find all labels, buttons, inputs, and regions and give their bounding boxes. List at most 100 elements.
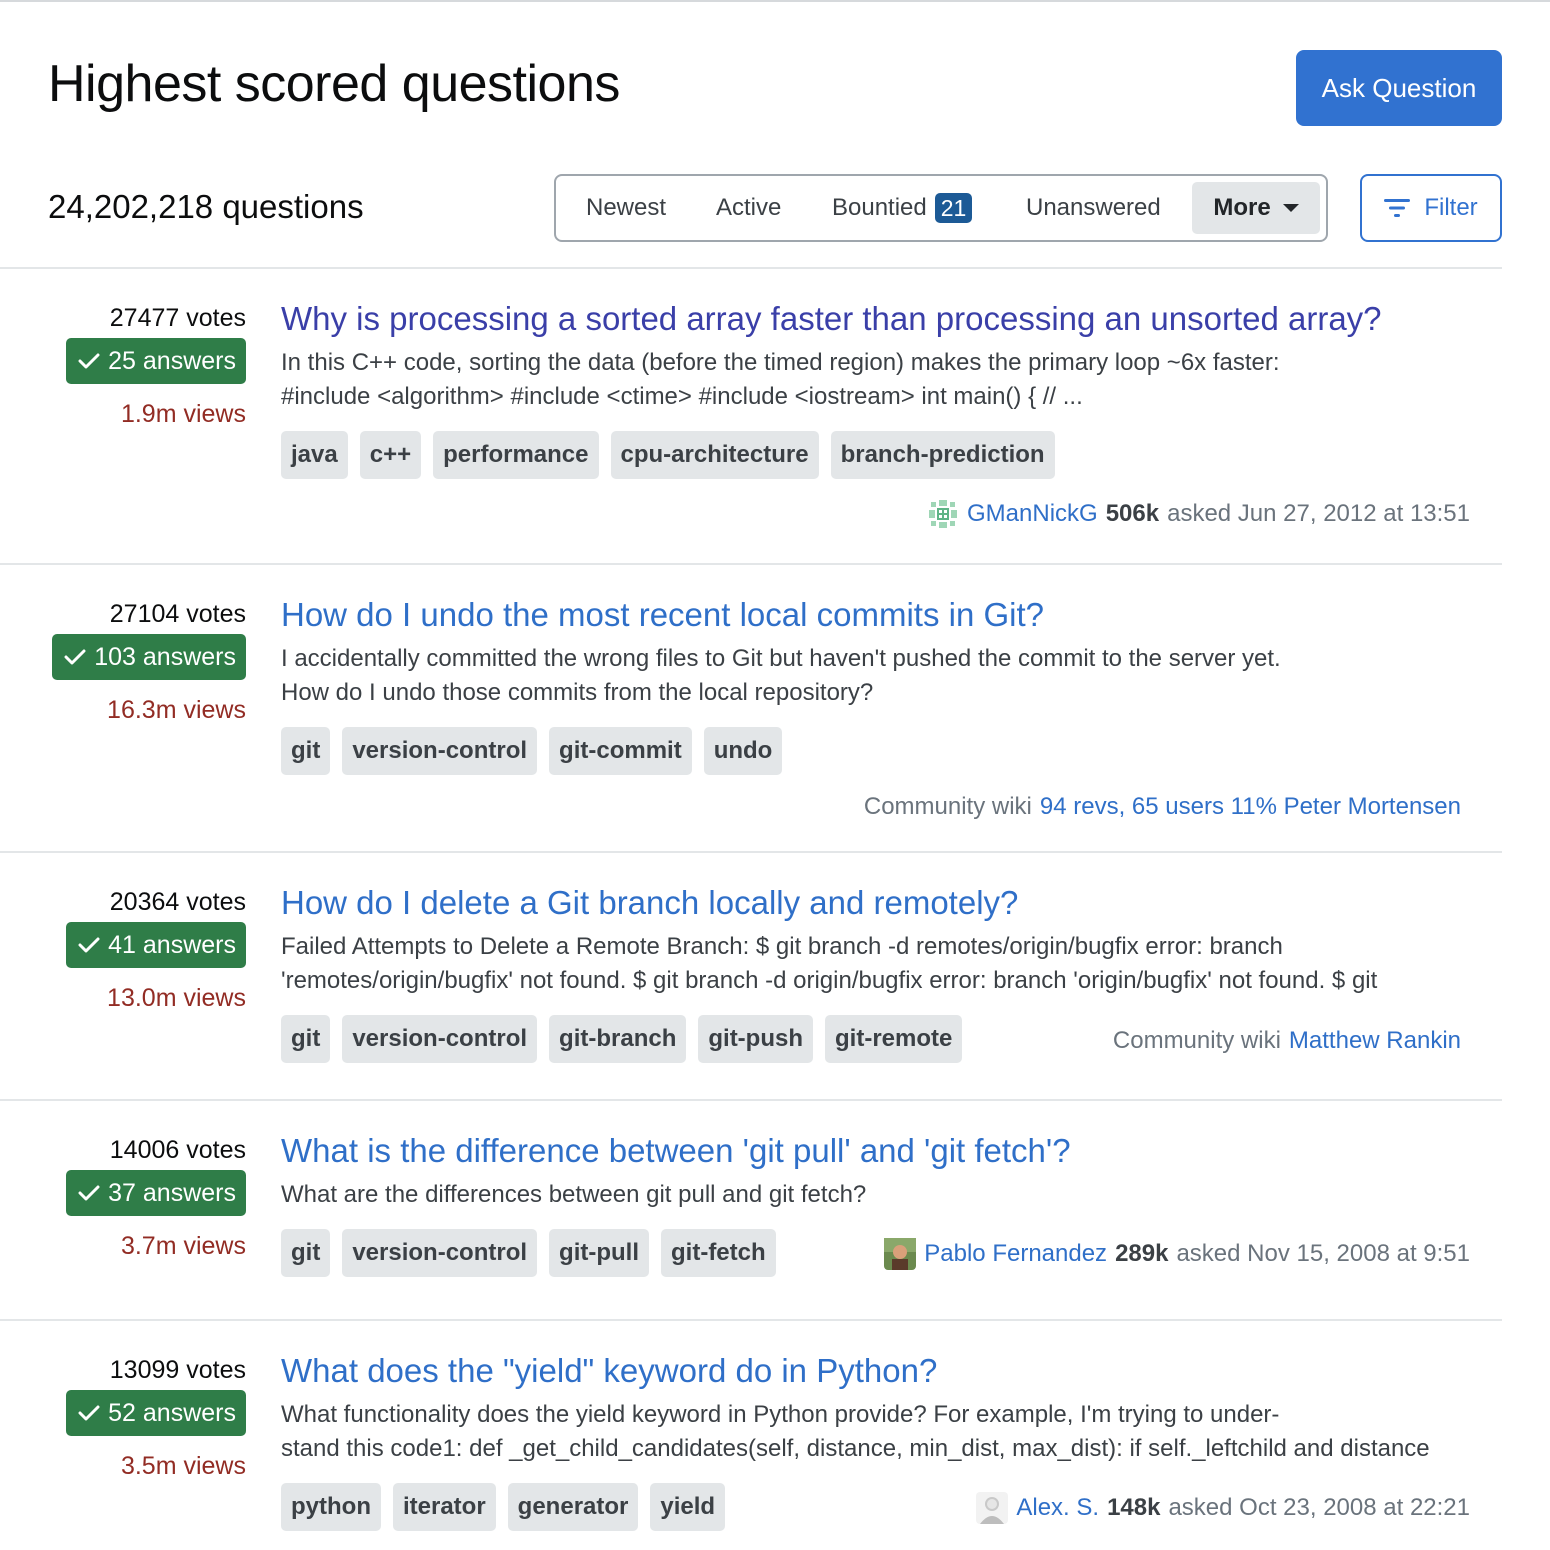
asked-time: asked Oct 23, 2008 at 22:21 (1168, 1494, 1470, 1521)
user-name-link[interactable]: GManNickG (967, 500, 1098, 528)
tag[interactable]: undo (703, 727, 783, 775)
tag[interactable]: git (281, 727, 331, 775)
tag-list: git version-control git-branch git-push … (281, 1015, 963, 1063)
vote-count: 20364 votes (109, 888, 246, 916)
filter-label: Filter (1424, 194, 1478, 221)
tag[interactable]: version-control (342, 1015, 538, 1063)
vote-count: 13099 votes (109, 1356, 246, 1384)
sort-tabs: Newest Active Bountied 21 Unanswered Mor… (554, 174, 1328, 242)
community-wiki-label: Community wiki (1112, 1027, 1281, 1054)
answer-count: 52 answers (108, 1398, 236, 1427)
tag[interactable]: python (281, 1483, 381, 1531)
community-wiki-label: Community wiki (863, 793, 1032, 820)
tag[interactable]: git-branch (549, 1015, 687, 1063)
answer-count: 103 answers (94, 642, 236, 671)
user-name-link[interactable]: Pablo Fernandez (924, 1240, 1107, 1268)
tag[interactable]: git-commit (549, 727, 692, 775)
reputation-score: 506k (1105, 500, 1160, 527)
tag[interactable]: git (281, 1015, 331, 1063)
excerpt-line: In this C++ code, sorting the data (befo… (281, 349, 1280, 376)
excerpt-line: 'remotes/origin/bugfix' not found. $ git… (281, 967, 1378, 994)
avatar[interactable] (976, 1492, 1009, 1524)
check-icon (78, 352, 100, 370)
tag[interactable]: git (281, 1229, 331, 1277)
tag[interactable]: version-control (342, 1229, 538, 1277)
question-excerpt: What functionality does the yield keywor… (281, 1398, 1456, 1466)
view-count: 1.9m views (120, 400, 246, 428)
question-divider (0, 851, 1502, 853)
question-excerpt: In this C++ code, sorting the data (befo… (281, 346, 1461, 414)
tag[interactable]: git-push (698, 1015, 813, 1063)
user-name-link[interactable]: Alex. S. (1016, 1494, 1099, 1522)
community-wiki-card: Community wiki Matthew Rankin (1113, 1027, 1461, 1055)
excerpt-line: Failed Attempts to Delete a Remote Branc… (281, 933, 1283, 960)
revisions-link[interactable]: 94 revs, 65 users 11% Peter Mortensen (1040, 793, 1461, 821)
answer-count-badge: 103 answers (52, 634, 246, 680)
tag[interactable]: iterator (392, 1483, 496, 1531)
tab-bountied[interactable]: Bountied 21 (832, 176, 973, 240)
reputation-score: 289k (1115, 1240, 1169, 1267)
check-icon (64, 648, 86, 666)
answer-count: 41 answers (108, 930, 236, 959)
vote-count: 27104 votes (109, 600, 246, 628)
asked-time: asked Nov 15, 2008 at 9:51 (1176, 1240, 1470, 1267)
ask-question-button[interactable]: Ask Question (1296, 50, 1502, 126)
tab-newest[interactable]: Newest (586, 176, 666, 240)
tag[interactable]: git-remote (825, 1015, 963, 1063)
tag[interactable]: git-pull (549, 1229, 649, 1277)
answer-count: 25 answers (108, 346, 236, 375)
question-divider (0, 1099, 1502, 1101)
question-title-link[interactable]: How do I delete a Git branch locally and… (281, 884, 1018, 922)
caret-down-icon (1282, 204, 1299, 212)
user-name-link[interactable]: Matthew Rankin (1289, 1027, 1461, 1055)
tag[interactable]: branch-prediction (830, 431, 1055, 479)
tab-active[interactable]: Active (716, 176, 781, 240)
question-divider (0, 563, 1502, 565)
tab-more-label: More (1213, 194, 1271, 221)
avatar[interactable] (927, 498, 960, 530)
tab-bountied-label: Bountied (832, 194, 927, 221)
tag[interactable]: performance (433, 431, 599, 479)
excerpt-line: I accidentally committed the wrong files… (281, 645, 1281, 672)
top-border (0, 0, 1550, 2)
tag[interactable]: version-control (342, 727, 538, 775)
tab-unanswered[interactable]: Unanswered (1026, 176, 1161, 240)
tag-list: python iterator generator yield (281, 1483, 726, 1531)
tab-more-dropdown[interactable]: More (1192, 182, 1320, 234)
view-count: 3.7m views (120, 1232, 246, 1260)
question-title-link[interactable]: How do I undo the most recent local comm… (281, 596, 1044, 634)
tag[interactable]: generator (507, 1483, 639, 1531)
question-title-link[interactable]: What does the "yield" keyword do in Pyth… (281, 1352, 937, 1390)
filter-button[interactable]: Filter (1360, 174, 1502, 242)
answer-count-badge: 41 answers (66, 922, 246, 968)
question-title-link[interactable]: Why is processing a sorted array faster … (281, 300, 1382, 338)
bounty-count-badge: 21 (934, 193, 973, 223)
page-title: Highest scored questions (48, 55, 620, 113)
tag[interactable]: git-fetch (661, 1229, 776, 1277)
user-card: Alex. S. 148k asked Oct 23, 2008 at 22:2… (976, 1492, 1470, 1524)
view-count: 16.3m views (107, 696, 246, 724)
question-count: 24,202,218 questions (48, 188, 364, 225)
avatar[interactable] (884, 1238, 917, 1270)
asked-time: asked Jun 27, 2012 at 13:51 (1167, 500, 1470, 527)
answer-count-badge: 37 answers (66, 1170, 246, 1216)
excerpt-line: How do I undo those commits from the loc… (281, 679, 874, 706)
tag-list: git version-control git-pull git-fetch (281, 1229, 776, 1277)
tag[interactable]: yield (650, 1483, 726, 1531)
view-count: 13.0m views (107, 984, 246, 1012)
excerpt-line: stand this code1: def _get_child_candida… (281, 1435, 1430, 1462)
vote-count: 27477 votes (109, 304, 246, 332)
answer-count-badge: 52 answers (66, 1390, 246, 1436)
tag[interactable]: java (281, 431, 348, 479)
question-excerpt: I accidentally committed the wrong files… (281, 642, 1461, 710)
question-excerpt: What are the differences between git pul… (281, 1178, 1461, 1212)
tag[interactable]: cpu-architecture (610, 431, 819, 479)
reputation-score: 148k (1107, 1494, 1161, 1521)
user-card: Pablo Fernandez 289k asked Nov 15, 2008 … (884, 1238, 1470, 1270)
question-excerpt: Failed Attempts to Delete a Remote Branc… (281, 930, 1441, 998)
tag[interactable]: c++ (359, 431, 422, 479)
user-card: GManNickG 506k asked Jun 27, 2012 at 13:… (927, 498, 1470, 530)
question-title-link[interactable]: What is the difference between 'git pull… (281, 1132, 1071, 1170)
check-icon (78, 1404, 100, 1422)
community-wiki-card: Community wiki 94 revs, 65 users 11% Pet… (864, 793, 1461, 821)
